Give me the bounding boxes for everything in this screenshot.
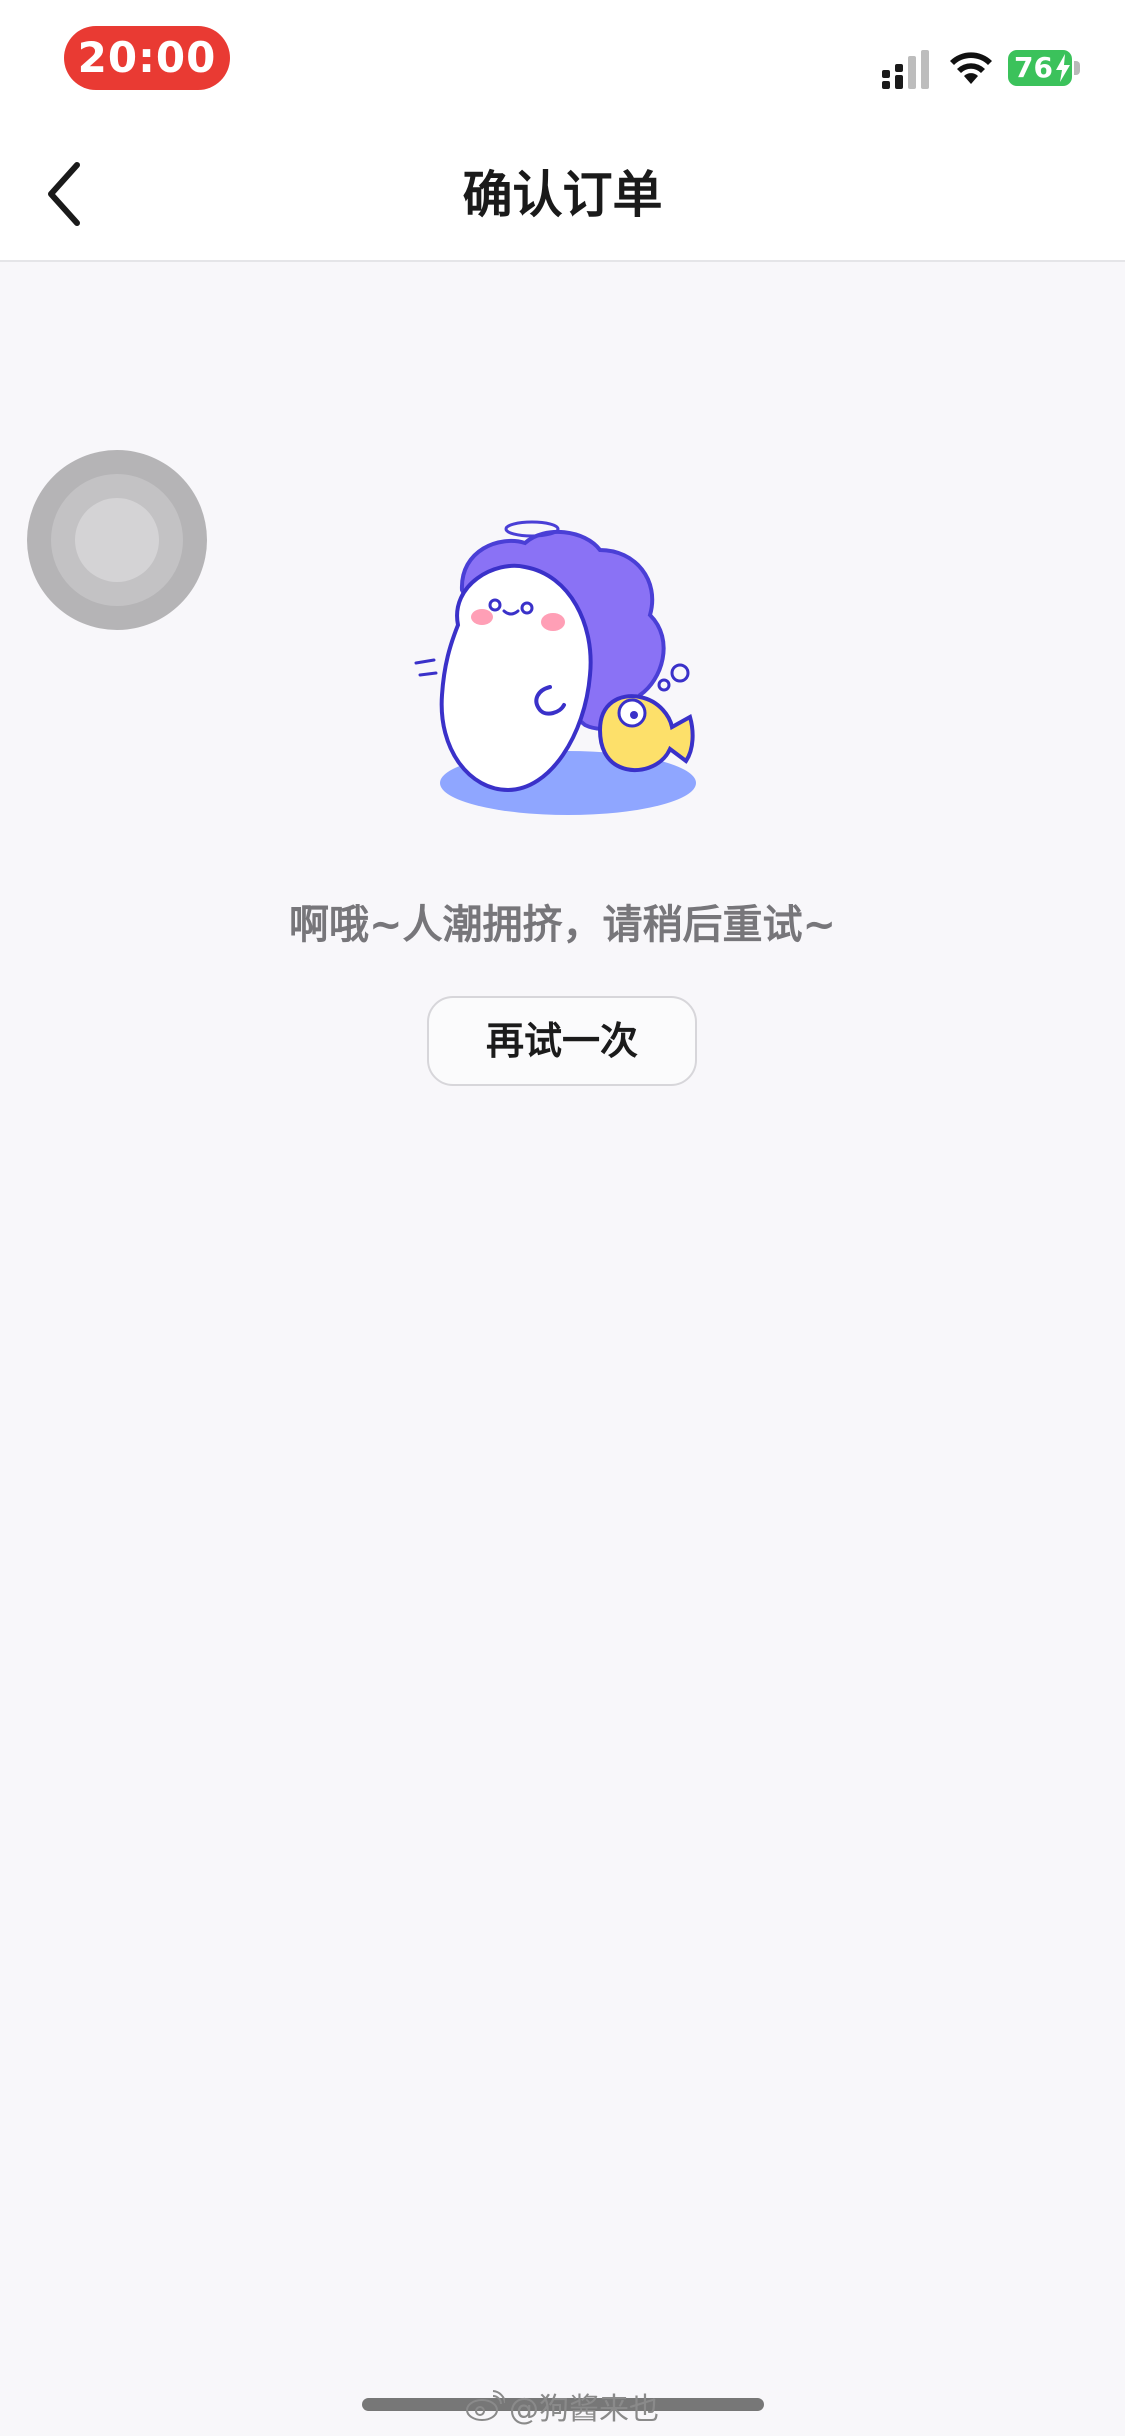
back-button[interactable] <box>30 154 100 234</box>
page-title: 确认订单 <box>462 166 663 224</box>
error-message: 啊哦~人潮拥挤，请稍后重试~ <box>288 902 837 948</box>
assistive-touch-core <box>75 498 159 582</box>
status-time: 20:00 <box>64 26 230 90</box>
fish-shape <box>597 694 695 773</box>
watermark: @狗酱来也 <box>465 2388 659 2427</box>
signal-icon <box>882 50 929 89</box>
retry-button[interactable]: 再试一次 <box>427 996 697 1086</box>
nav-bar: 确认订单 <box>0 128 1125 262</box>
charging-bolt-icon <box>1056 54 1070 82</box>
battery-cap <box>1074 61 1080 75</box>
chevron-left-icon <box>48 162 80 226</box>
watermark-text: @狗酱来也 <box>509 2392 659 2427</box>
status-bar: 20:00 76 <box>0 0 1125 128</box>
assistive-touch-ring <box>51 474 183 606</box>
wifi-icon <box>950 52 992 84</box>
weibo-icon <box>466 2390 505 2421</box>
battery-icon: 76 <box>1008 50 1080 86</box>
halo-shape <box>504 520 560 538</box>
assistive-touch-button[interactable] <box>27 450 207 630</box>
mascot-illustration <box>414 520 696 815</box>
